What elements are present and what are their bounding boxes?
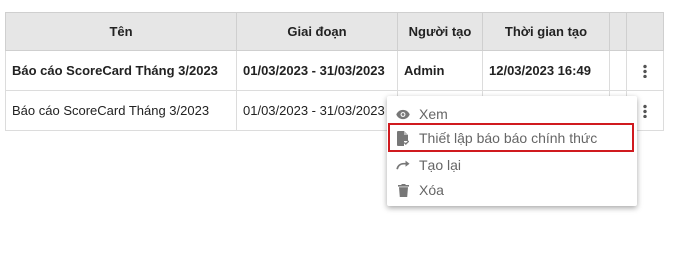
- column-header-name[interactable]: Tên: [5, 12, 237, 51]
- more-vertical-icon[interactable]: [643, 64, 647, 79]
- cell-name: Báo cáo ScoreCard Tháng 3/2023: [5, 90, 237, 131]
- cell-period: 01/03/2023 - 31/03/2023: [236, 90, 398, 131]
- document-check-icon: [396, 130, 410, 146]
- page: Tên Giai đoạn Người tạo Thời gian tạo Bá…: [0, 0, 687, 270]
- eye-icon: [396, 107, 410, 121]
- cell-creator: Admin: [397, 50, 483, 91]
- row-actions-button[interactable]: [626, 50, 664, 91]
- menu-item-delete[interactable]: Xóa: [387, 177, 637, 203]
- column-header-period[interactable]: Giai đoạn: [236, 12, 398, 51]
- column-header-blank: [609, 12, 627, 51]
- table-row[interactable]: Báo cáo ScoreCard Tháng 3/2023 01/03/202…: [5, 50, 664, 91]
- column-header-actions: [626, 12, 664, 51]
- row-context-menu: Xem Thiết lập báo báo chính thức Tạo lại: [387, 96, 637, 206]
- menu-item-label: Thiết lập báo báo chính thức: [419, 130, 598, 146]
- trash-icon: [396, 183, 410, 197]
- menu-item-label: Xóa: [419, 182, 444, 198]
- redo-icon: [396, 158, 410, 172]
- more-vertical-icon[interactable]: [643, 104, 647, 119]
- cell-created-at: 12/03/2023 16:49: [482, 50, 610, 91]
- menu-item-view[interactable]: Xem: [387, 101, 637, 127]
- menu-item-set-official-report[interactable]: Thiết lập báo báo chính thức: [387, 125, 637, 151]
- cell-period: 01/03/2023 - 31/03/2023: [236, 50, 398, 91]
- menu-item-label: Xem: [419, 106, 448, 122]
- cell-name: Báo cáo ScoreCard Tháng 3/2023: [5, 50, 237, 91]
- cell-blank: [609, 50, 627, 91]
- table-header-row: Tên Giai đoạn Người tạo Thời gian tạo: [5, 12, 664, 51]
- column-header-created-at[interactable]: Thời gian tạo: [482, 12, 610, 51]
- menu-item-label: Tạo lại: [419, 157, 462, 173]
- menu-item-regenerate[interactable]: Tạo lại: [387, 152, 637, 178]
- column-header-creator[interactable]: Người tạo: [397, 12, 483, 51]
